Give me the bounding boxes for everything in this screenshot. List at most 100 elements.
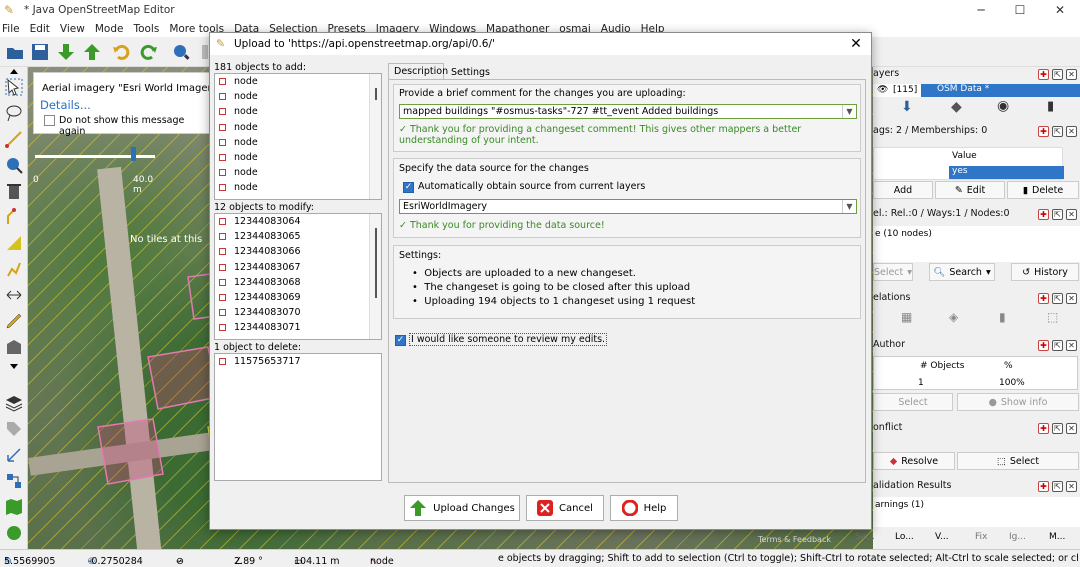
panel-detach-icon[interactable]: ⇱ [1052, 340, 1063, 351]
list-item[interactable]: node [215, 74, 381, 89]
edit-tag-button[interactable]: ✎ Edit [935, 181, 1005, 199]
collapse-up-icon[interactable] [4, 67, 24, 75]
layer-row[interactable]: 👁 [115] OSM Data * [873, 84, 1080, 97]
undo-icon[interactable] [110, 41, 132, 63]
list-item[interactable]: 12344083071 [215, 320, 381, 335]
menu-tools[interactable]: Tools [133, 23, 159, 35]
move-down-icon[interactable]: ⬇ [901, 99, 913, 115]
conflict-select-button[interactable]: ⬚ Select [957, 452, 1079, 470]
panel-close-icon[interactable]: ✕ [1066, 69, 1077, 80]
merge-icon[interactable]: ◆ [951, 99, 962, 115]
panel-close-icon[interactable]: ✕ [1066, 126, 1077, 137]
list-item[interactable]: 12344083069 [215, 290, 381, 305]
panel-detach-icon[interactable]: ⇱ [1052, 69, 1063, 80]
notice-details-link[interactable]: Details... [40, 98, 91, 112]
buildings-tool-icon[interactable] [4, 337, 24, 357]
warnings-item[interactable]: arnings (1) [875, 500, 924, 510]
upload-changes-button[interactable]: Upload Changes [404, 495, 520, 521]
list-item[interactable]: node [215, 165, 381, 180]
measure-toggle-icon[interactable] [4, 445, 24, 465]
val-lookup-button[interactable]: Lo... [895, 532, 914, 542]
list-item[interactable]: node [215, 120, 381, 135]
area-tool-icon[interactable] [4, 233, 24, 253]
list-item[interactable]: 12344083066 [215, 244, 381, 259]
lasso-tool-icon[interactable] [4, 103, 24, 123]
list-item[interactable]: 12344083070 [215, 305, 381, 320]
panel-settings-icon[interactable]: ✚ [1038, 126, 1049, 137]
panel-settings-icon[interactable]: ✚ [1038, 293, 1049, 304]
val-ignore-button[interactable]: Ig... [1009, 532, 1026, 542]
resolve-button[interactable]: ◆ Resolve [873, 452, 955, 470]
pencil-tool-icon[interactable] [4, 311, 24, 331]
source-field[interactable]: EsriWorldImagery ▼ [399, 199, 857, 214]
modify-list[interactable]: 12344083064 12344083065 12344083066 1234… [214, 213, 382, 340]
map-toggle-icon[interactable] [4, 497, 24, 517]
panel-close-icon[interactable]: ✕ [1066, 481, 1077, 492]
draw-tool-icon[interactable] [4, 129, 24, 149]
parallel-tool-icon[interactable] [4, 207, 24, 227]
download-icon[interactable] [55, 41, 77, 63]
improve-way-icon[interactable] [4, 259, 24, 279]
list-item[interactable]: node [215, 135, 381, 150]
relation-delete-icon[interactable]: ▮ [999, 310, 1006, 324]
select-tool-icon[interactable] [4, 77, 24, 97]
imagery-attribution[interactable]: Terms & Feedback [758, 535, 831, 544]
relations-toggle-icon[interactable] [4, 471, 24, 491]
menu-mode[interactable]: Mode [95, 23, 124, 35]
chevron-down-icon[interactable]: ▼ [842, 105, 856, 118]
panel-settings-icon[interactable]: ✚ [1038, 69, 1049, 80]
panel-detach-icon[interactable]: ⇱ [1052, 126, 1063, 137]
tags-toggle-icon[interactable] [4, 419, 24, 439]
panel-settings-icon[interactable]: ✚ [1038, 481, 1049, 492]
val-more-button[interactable]: M... [1049, 532, 1065, 542]
panel-close-icon[interactable]: ✕ [1066, 209, 1077, 220]
author-select-button[interactable]: Select [873, 393, 953, 411]
cancel-button[interactable]: Cancel [526, 495, 604, 521]
modify-list-scrollbar[interactable] [369, 214, 381, 339]
minimize-button[interactable]: ─ [962, 0, 1000, 20]
panel-detach-icon[interactable]: ⇱ [1052, 423, 1063, 434]
visibility-icon[interactable]: ◉ [997, 98, 1009, 114]
delete-tool-icon[interactable] [4, 181, 24, 201]
panel-settings-icon[interactable]: ✚ [1038, 209, 1049, 220]
auto-source-checkbox[interactable]: ✓ [403, 182, 414, 193]
layer-name[interactable]: OSM Data * [921, 84, 1080, 97]
menu-edit[interactable]: Edit [30, 23, 50, 35]
delete-tag-button[interactable]: ▮ Delete [1007, 181, 1079, 199]
delete-list[interactable]: 11575653717 [214, 353, 382, 481]
zoom-icon[interactable] [170, 41, 192, 63]
panel-detach-icon[interactable]: ⇱ [1052, 481, 1063, 492]
tag-value-cell[interactable]: yes [949, 166, 1064, 179]
add-list[interactable]: node node node node node node node node [214, 73, 382, 200]
comment-field[interactable]: mapped buildings "#osmus-tasks"-727 #tt_… [399, 104, 857, 119]
panel-close-icon[interactable]: ✕ [1066, 423, 1077, 434]
add-list-scrollbar[interactable] [369, 74, 381, 199]
add-tag-button[interactable]: Add [873, 181, 933, 199]
layers-toggle-icon[interactable] [4, 393, 24, 413]
chevron-down-icon[interactable]: ▼ [842, 200, 856, 213]
val-validate-button[interactable]: V... [935, 532, 949, 542]
tab-description[interactable]: Description [388, 63, 448, 79]
layer-visible-icon[interactable]: 👁 [877, 85, 888, 95]
menu-file[interactable]: File [2, 23, 20, 35]
zoom-tool-icon[interactable] [4, 155, 24, 175]
dialog-close-button[interactable]: ✕ [847, 35, 865, 53]
author-row-percent[interactable]: 100% [999, 378, 1025, 388]
extrude-tool-icon[interactable] [4, 285, 24, 305]
remote-toggle-icon[interactable] [4, 523, 24, 543]
save-icon[interactable] [29, 41, 51, 63]
open-icon[interactable] [4, 41, 26, 63]
history-button[interactable]: ↺ History [1011, 263, 1079, 281]
list-item[interactable]: 11575653717 [215, 354, 381, 369]
list-item[interactable]: 12344083067 [215, 260, 381, 275]
panel-detach-icon[interactable]: ⇱ [1052, 209, 1063, 220]
review-checkbox[interactable]: ✓ [395, 335, 406, 346]
author-row-objects[interactable]: 1 [918, 378, 924, 388]
relation-duplicate-icon[interactable]: ◈ [949, 310, 958, 324]
panel-settings-icon[interactable]: ✚ [1038, 340, 1049, 351]
list-item[interactable]: node [215, 89, 381, 104]
list-item[interactable]: 12344083068 [215, 275, 381, 290]
list-item[interactable]: node [215, 104, 381, 119]
delete-layer-icon[interactable]: ▮ [1047, 99, 1054, 114]
panel-close-icon[interactable]: ✕ [1066, 293, 1077, 304]
